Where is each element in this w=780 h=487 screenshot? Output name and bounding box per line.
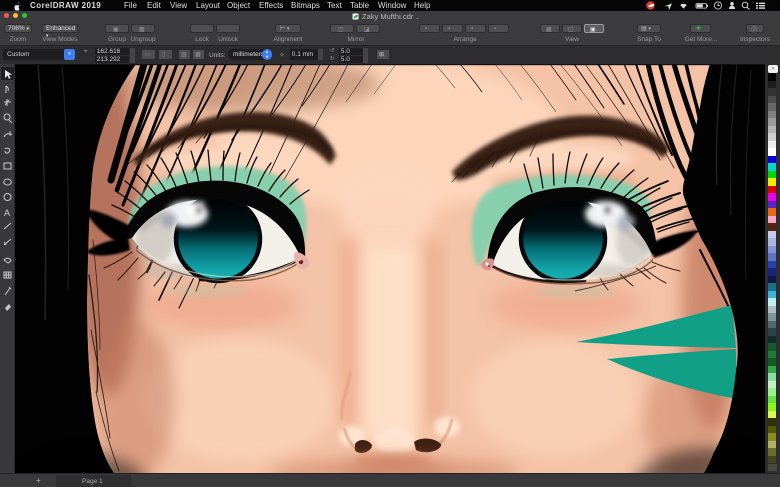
svg-text:A: A — [4, 208, 10, 218]
